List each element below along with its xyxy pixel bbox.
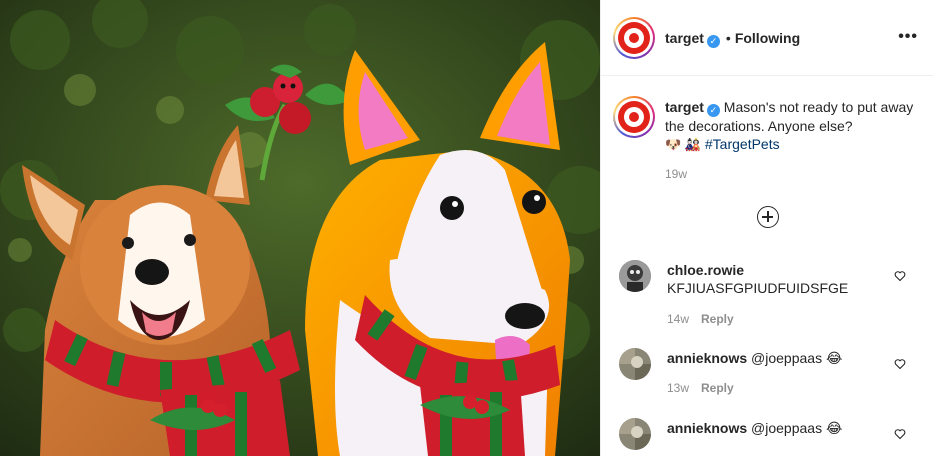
caption-avatar[interactable] xyxy=(613,96,655,138)
comment-text: @joeppaas 😂 xyxy=(751,420,843,436)
verified-icon: ✓ xyxy=(706,104,720,117)
caption-text-block: target ✓ Mason's not ready to put away th… xyxy=(665,98,915,154)
comment-age[interactable]: 14w xyxy=(667,312,689,326)
post-image xyxy=(0,0,600,456)
comment-text: @joeppaas 😂 xyxy=(751,350,843,366)
target-logo-icon xyxy=(618,22,650,54)
caption-time-ago[interactable]: 19w xyxy=(665,167,687,181)
comment-username[interactable]: annieknows xyxy=(667,350,747,366)
post-side-panel: target ✓ • Following ••• target ✓ Mason's no… xyxy=(600,0,933,456)
target-logo-icon xyxy=(618,101,650,133)
separator-dot: • xyxy=(725,30,731,46)
heart-icon[interactable] xyxy=(894,358,906,370)
plus-circle-icon[interactable] xyxy=(757,206,779,228)
caption-username[interactable]: target xyxy=(665,99,704,115)
account-avatar[interactable] xyxy=(613,17,655,59)
reply-button[interactable]: Reply xyxy=(701,381,734,395)
more-options-icon[interactable]: ••• xyxy=(898,28,918,46)
comment-username[interactable]: chloe.rowie xyxy=(667,262,744,278)
comment-text: KFJIUASFGPIUDFUIDSFGE xyxy=(667,280,849,296)
header-title-row: target ✓ • Following xyxy=(665,30,800,48)
comment-body: chloe.rowie KFJIUASFGPIUDFUIDSFGE xyxy=(667,261,887,297)
reply-button[interactable]: Reply xyxy=(701,312,734,326)
account-username[interactable]: target xyxy=(665,30,704,46)
avatar[interactable] xyxy=(619,348,651,380)
caption-emojis: 🐶 🎎 xyxy=(665,137,701,152)
heart-icon[interactable] xyxy=(894,270,906,282)
post-photo[interactable] xyxy=(0,0,600,456)
post-header: target ✓ • Following ••• xyxy=(601,0,933,76)
avatar[interactable] xyxy=(619,418,651,450)
verified-icon: ✓ xyxy=(706,35,720,48)
avatar[interactable] xyxy=(619,260,651,292)
comment-age[interactable]: 13w xyxy=(667,381,689,395)
following-button[interactable]: Following xyxy=(735,30,800,46)
comment-meta: 13w Reply xyxy=(667,381,734,395)
comment-meta: 14w Reply xyxy=(667,312,734,326)
comment-body: annieknows @joeppaas 😂 xyxy=(667,419,887,437)
caption-hashtag-link[interactable]: #TargetPets xyxy=(705,136,780,152)
comment-username[interactable]: annieknows xyxy=(667,420,747,436)
comment-body: annieknows @joeppaas 😂 xyxy=(667,349,887,367)
heart-icon[interactable] xyxy=(894,428,906,440)
